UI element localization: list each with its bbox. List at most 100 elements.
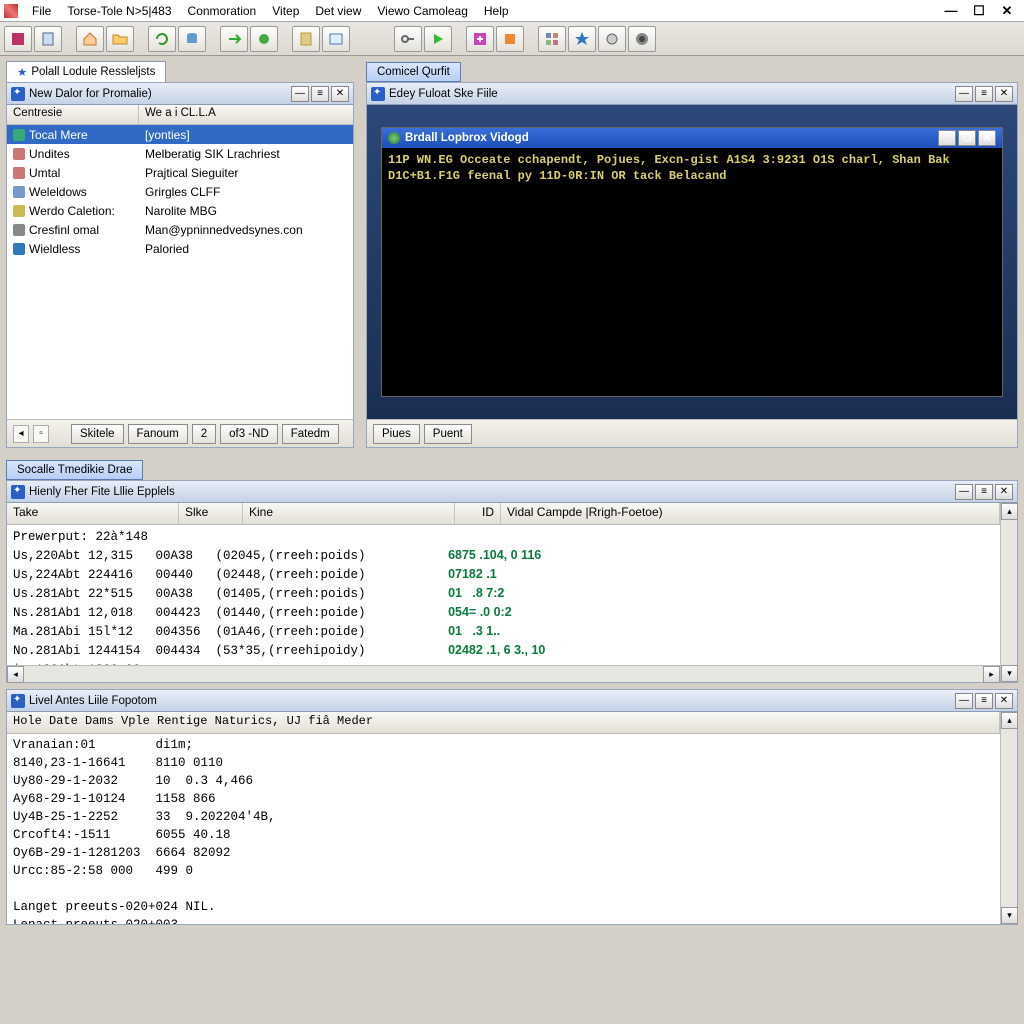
dcol-vidal[interactable]: Vidal Campde |Rrigh-Foetoe) <box>501 503 1000 524</box>
scroll-up-button[interactable]: ▴ <box>1001 712 1018 729</box>
menu-help[interactable]: Help <box>476 2 517 20</box>
tool-window-icon[interactable] <box>322 26 350 52</box>
tab-data-source[interactable]: Socalle Tmedikie Drae <box>6 460 143 480</box>
panel-min-button[interactable]: — <box>955 86 973 102</box>
console-footer: Piues Puent <box>367 419 1017 447</box>
console-btn1[interactable]: Piues <box>373 424 420 444</box>
tool-green-icon[interactable] <box>250 26 278 52</box>
hscrollbar[interactable]: ◂ ▸ <box>7 665 1000 682</box>
vscrollbar[interactable]: ▴ ▾ <box>1000 503 1017 682</box>
tool-play-icon[interactable] <box>424 26 452 52</box>
list-item[interactable]: Werdo Caletion:Narolite MBG <box>7 201 353 220</box>
footer-btn1[interactable]: Skitele <box>71 424 124 444</box>
list-item[interactable]: Wieldless Paloried <box>7 239 353 258</box>
list-item[interactable]: Cresfinl omal Man@ypninnedvedsynes.con <box>7 220 353 239</box>
scroll-right-button[interactable]: ▸ <box>983 666 1000 683</box>
col2-header[interactable]: We a i CL.L.A <box>139 105 353 124</box>
tool-home-icon[interactable] <box>76 26 104 52</box>
panel-list-button[interactable]: ≡ <box>975 484 993 500</box>
minimize-button[interactable]: — <box>938 2 964 20</box>
panel-list-button[interactable]: ≡ <box>975 693 993 709</box>
panel-icon <box>11 485 25 499</box>
tool-folder-icon[interactable] <box>106 26 134 52</box>
row-name: Cresfinl omal <box>29 223 99 237</box>
list-item[interactable]: UnditesMelberatig SIK Lrachriest <box>7 144 353 163</box>
list-item[interactable]: UmtalPrajtical Sieguiter <box>7 163 353 182</box>
row-name: Undites <box>29 147 70 161</box>
left-panel-title: New Dalor for Promalie) — ≡ ✕ <box>7 83 353 105</box>
panel-icon <box>11 694 25 708</box>
tool-key-icon[interactable] <box>394 26 422 52</box>
tab-output[interactable]: Comicel Qurfit <box>366 62 461 82</box>
scroll-down-button[interactable]: ▾ <box>1001 907 1018 924</box>
tool-star-icon[interactable] <box>568 26 596 52</box>
menu-viewo[interactable]: Viewo Camoleag <box>369 2 476 20</box>
console-max-button[interactable]: ☐ <box>958 130 976 146</box>
tab-modules[interactable]: ★Polall Lodule Ressleljsts <box>6 61 166 82</box>
menu-file[interactable]: File <box>24 2 59 20</box>
console-min-button[interactable]: _ <box>938 130 956 146</box>
row-name: Werdo Caletion: <box>29 204 115 218</box>
row-icon <box>13 205 25 217</box>
panel-min-button[interactable]: — <box>955 693 973 709</box>
maximize-button[interactable]: ☐ <box>966 2 992 20</box>
tool-puzzle-icon[interactable] <box>496 26 524 52</box>
tool-doc-icon[interactable] <box>34 26 62 52</box>
menu-detview[interactable]: Det view <box>307 2 369 20</box>
tool-grid-icon[interactable] <box>538 26 566 52</box>
panel-close-button[interactable]: ✕ <box>331 86 349 102</box>
left-panel-footer: ◂ ▫ Skitele Fanoum 2 of3 -ND Fatedm <box>7 419 353 447</box>
panel-close-button[interactable]: ✕ <box>995 484 1013 500</box>
row-value: [yonties] <box>139 128 353 142</box>
menu-conmoration[interactable]: Conmoration <box>180 2 265 20</box>
nav-prev-button[interactable]: ▫ <box>33 425 49 443</box>
row-value: Man@ypninnedvedsynes.con <box>139 223 353 237</box>
scroll-left-button[interactable]: ◂ <box>7 666 24 683</box>
row-name: Wieldless <box>29 242 80 256</box>
col1-header[interactable]: Centresie <box>7 105 139 124</box>
footer-btn2[interactable]: Fanoum <box>128 424 188 444</box>
footer-btn3[interactable]: Fatedm <box>282 424 339 444</box>
vscrollbar[interactable]: ▴ ▾ <box>1000 712 1017 924</box>
panel-close-button[interactable]: ✕ <box>995 693 1013 709</box>
footer-pos: 2 <box>192 424 216 444</box>
tool-target-icon[interactable] <box>628 26 656 52</box>
list-header: Centresie We a i CL.L.A <box>7 105 353 125</box>
panel-close-button[interactable]: ✕ <box>995 86 1013 102</box>
tool-health-icon[interactable] <box>466 26 494 52</box>
log-header-text: Hole Date Dams Vple Rentige Naturics, UJ… <box>7 712 1000 733</box>
log-body: Vranaian:01 di1m; 8140,23-1-16641 8110 0… <box>7 734 1000 924</box>
log-panel-title: Livel Antes Liile Fopotom — ≡ ✕ <box>7 690 1017 712</box>
panel-min-button[interactable]: — <box>291 86 309 102</box>
list-item[interactable]: Tocal Mere[yonties] <box>7 125 353 144</box>
dcol-slke[interactable]: Slke <box>179 503 243 524</box>
list-item[interactable]: WeleldowsGrirgles CLFF <box>7 182 353 201</box>
row-icon <box>13 167 25 179</box>
panel-list-button[interactable]: ≡ <box>975 86 993 102</box>
row-value: Paloried <box>139 242 353 256</box>
row-icon <box>13 148 25 160</box>
row-icon <box>13 243 25 255</box>
dcol-kine[interactable]: Kine <box>243 503 455 524</box>
row-name: Weleldows <box>29 185 87 199</box>
menu-vitep[interactable]: Vitep <box>264 2 307 20</box>
data-panel-title: Hienly Fher Fite Lllie Epplels — ≡ ✕ <box>7 481 1017 503</box>
menu-torse[interactable]: Torse-Tole N>5|483 <box>59 2 179 20</box>
panel-min-button[interactable]: — <box>955 484 973 500</box>
dcol-take[interactable]: Take <box>7 503 179 524</box>
tool-book-icon[interactable] <box>292 26 320 52</box>
console-close-button[interactable]: ✕ <box>978 130 996 146</box>
dcol-id[interactable]: ID <box>455 503 501 524</box>
tool-db-icon[interactable] <box>178 26 206 52</box>
nav-first-button[interactable]: ◂ <box>13 425 29 443</box>
tool-run-icon[interactable] <box>220 26 248 52</box>
panel-list-button[interactable]: ≡ <box>311 86 329 102</box>
scroll-up-button[interactable]: ▴ <box>1001 503 1018 520</box>
log-header: Hole Date Dams Vple Rentige Naturics, UJ… <box>7 712 1000 734</box>
console-btn2[interactable]: Puent <box>424 424 472 444</box>
tool-app-icon[interactable] <box>4 26 32 52</box>
close-button[interactable]: ✕ <box>994 2 1020 20</box>
scroll-down-button[interactable]: ▾ <box>1001 665 1018 682</box>
tool-gear-icon[interactable] <box>598 26 626 52</box>
tool-refresh-icon[interactable] <box>148 26 176 52</box>
